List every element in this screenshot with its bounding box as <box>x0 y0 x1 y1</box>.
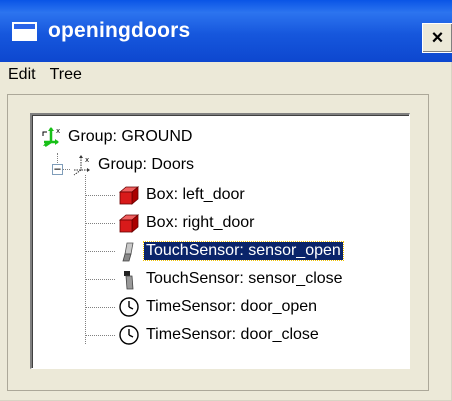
box-icon <box>118 214 140 233</box>
tree-node-door-close[interactable]: TimeSensor: door_close <box>118 323 321 347</box>
tree-connector <box>85 223 115 224</box>
clock-icon <box>119 325 139 345</box>
tree-connector <box>85 279 115 280</box>
tree-node-sensor-open[interactable]: TouchSensor: sensor_open <box>118 239 344 263</box>
tree-node-label: Group: GROUND <box>68 128 193 145</box>
touch-sensor-icon <box>122 242 134 262</box>
group-axes-icon: x <box>73 155 90 176</box>
clock-icon <box>119 297 139 317</box>
menu-tree[interactable]: Tree <box>43 66 89 84</box>
tree-connector <box>85 335 115 336</box>
group-axes-green-icon: x <box>42 127 60 148</box>
tree-connector <box>85 307 115 308</box>
tree-node-label: TimeSensor: door_close <box>146 326 319 343</box>
tree-node-left-door[interactable]: Box: left_door <box>118 183 247 207</box>
scene-tree-view[interactable]: x Group: GROUND − x Group: Doors Box: le… <box>30 113 410 369</box>
tree-connector <box>85 175 86 344</box>
collapse-toggle[interactable]: − <box>52 163 63 175</box>
tree-node-right-door[interactable]: Box: right_door <box>118 211 257 235</box>
box-icon <box>118 186 140 205</box>
window-title: openingdoors <box>48 19 191 42</box>
menu-bar: Edit Tree <box>0 62 452 88</box>
window-icon <box>12 21 37 41</box>
tree-node-doors[interactable]: x Group: Doors <box>70 153 196 177</box>
tree-node-label: TimeSensor: door_open <box>146 298 318 315</box>
menu-edit[interactable]: Edit <box>1 66 43 84</box>
svg-text:x: x <box>85 156 89 164</box>
tree-node-label: TouchSensor: sensor_open <box>143 241 344 261</box>
tree-node-label: TouchSensor: sensor_close <box>146 270 343 287</box>
svg-text:x: x <box>56 127 60 135</box>
tree-connector <box>85 251 115 252</box>
tree-connector <box>63 169 70 170</box>
close-button[interactable]: × <box>422 23 452 53</box>
tree-node-label: Group: Doors <box>98 156 195 173</box>
tree-connector <box>85 195 115 196</box>
app-window: openingdoors × Edit Tree x Group: GROUND… <box>0 0 452 401</box>
tree-node-label: Box: left_door <box>146 186 245 203</box>
tree-node-label: Box: right_door <box>146 214 255 231</box>
touch-sensor-icon <box>124 271 134 290</box>
tree-node-door-open[interactable]: TimeSensor: door_open <box>118 295 319 319</box>
title-bar[interactable]: openingdoors × <box>0 0 452 62</box>
tree-node-ground[interactable]: x Group: GROUND <box>40 125 194 149</box>
tree-node-sensor-close[interactable]: TouchSensor: sensor_close <box>118 267 345 291</box>
